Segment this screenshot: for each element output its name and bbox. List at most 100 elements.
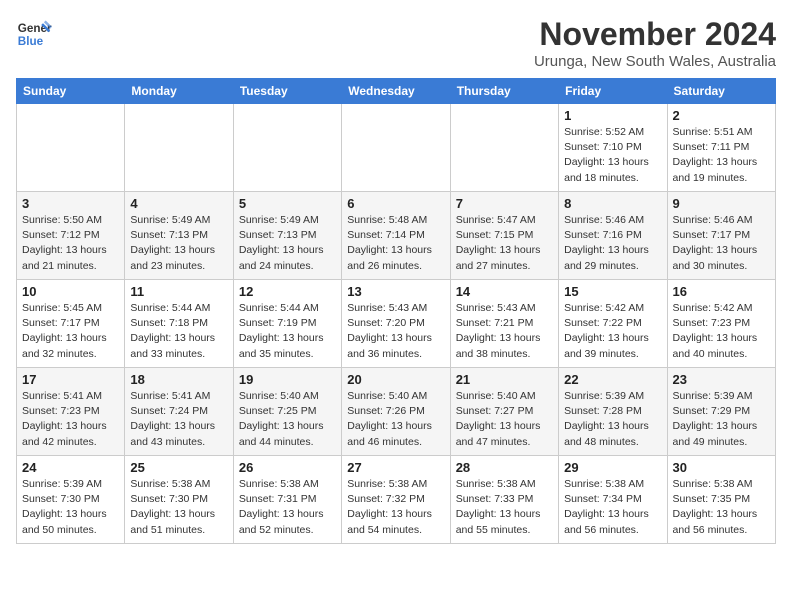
calendar-cell: 12Sunrise: 5:44 AMSunset: 7:19 PMDayligh… bbox=[233, 280, 341, 368]
day-info: Sunrise: 5:51 AMSunset: 7:11 PMDaylight:… bbox=[673, 125, 770, 186]
calendar-cell: 4 Sunrise: 5:49 AMSunset: 7:13 PMDaylight… bbox=[125, 192, 233, 280]
calendar-cell: 11 Sunrise: 5:44 AMSunset: 7:18 PMDayligh… bbox=[125, 280, 233, 368]
header-row: SundayMondayTuesdayWednesdayThursdayFrid… bbox=[17, 79, 776, 104]
day-number: 3 bbox=[22, 196, 119, 211]
day-info: Sunrise: 5:41 AMSunset: 7:23 PMDaylight:… bbox=[22, 389, 119, 450]
day-number: 15 bbox=[564, 284, 661, 299]
calendar-cell: 17 Sunrise: 5:41 AMSunset: 7:23 PMDayligh… bbox=[17, 368, 125, 456]
day-info: Sunrise: 5:44 AMSunset: 7:19 PMDaylight:… bbox=[239, 301, 336, 362]
logo-icon: General Blue bbox=[16, 16, 52, 52]
calendar-cell bbox=[17, 104, 125, 192]
day-info: Sunrise: 5:50 AMSunset: 7:12 PMDaylight:… bbox=[22, 213, 119, 274]
calendar-cell: 14Sunrise: 5:43 AMSunset: 7:21 PMDayligh… bbox=[450, 280, 558, 368]
day-info: Sunrise: 5:43 AMSunset: 7:20 PMDaylight:… bbox=[347, 301, 444, 362]
column-header-monday: Monday bbox=[125, 79, 233, 104]
day-info: Sunrise: 5:40 AMSunset: 7:25 PMDaylight:… bbox=[239, 389, 336, 450]
calendar-cell: 30 Sunrise: 5:38 AMSunset: 7:35 PMDayligh… bbox=[667, 456, 775, 544]
day-number: 16 bbox=[673, 284, 770, 299]
calendar-cell: 18Sunrise: 5:41 AMSunset: 7:24 PMDayligh… bbox=[125, 368, 233, 456]
week-row-1: 1 Sunrise: 5:52 AMSunset: 7:10 PMDaylight… bbox=[17, 104, 776, 192]
calendar-cell bbox=[233, 104, 341, 192]
day-info: Sunrise: 5:52 AMSunset: 7:10 PMDaylight:… bbox=[564, 125, 661, 186]
calendar-cell: 5Sunrise: 5:49 AMSunset: 7:13 PMDaylight… bbox=[233, 192, 341, 280]
day-number: 17 bbox=[22, 372, 119, 387]
week-row-5: 24 Sunrise: 5:39 AMSunset: 7:30 PMDayligh… bbox=[17, 456, 776, 544]
calendar-cell: 7 Sunrise: 5:47 AMSunset: 7:15 PMDaylight… bbox=[450, 192, 558, 280]
calendar-cell: 20Sunrise: 5:40 AMSunset: 7:26 PMDayligh… bbox=[342, 368, 450, 456]
calendar-cell bbox=[342, 104, 450, 192]
calendar-cell: 28Sunrise: 5:38 AMSunset: 7:33 PMDayligh… bbox=[450, 456, 558, 544]
header: General Blue November 2024 Urunga, New S… bbox=[16, 16, 776, 70]
column-header-sunday: Sunday bbox=[17, 79, 125, 104]
day-info: Sunrise: 5:48 AMSunset: 7:14 PMDaylight:… bbox=[347, 213, 444, 274]
location-title: Urunga, New South Wales, Australia bbox=[534, 53, 776, 70]
day-number: 24 bbox=[22, 460, 119, 475]
day-number: 22 bbox=[564, 372, 661, 387]
calendar-cell: 1 Sunrise: 5:52 AMSunset: 7:10 PMDaylight… bbox=[559, 104, 667, 192]
week-row-3: 10Sunrise: 5:45 AMSunset: 7:17 PMDayligh… bbox=[17, 280, 776, 368]
day-info: Sunrise: 5:40 AMSunset: 7:27 PMDaylight:… bbox=[456, 389, 553, 450]
day-info: Sunrise: 5:42 AMSunset: 7:23 PMDaylight:… bbox=[673, 301, 770, 362]
day-info: Sunrise: 5:40 AMSunset: 7:26 PMDaylight:… bbox=[347, 389, 444, 450]
calendar-cell: 9Sunrise: 5:46 AMSunset: 7:17 PMDaylight… bbox=[667, 192, 775, 280]
day-info: Sunrise: 5:43 AMSunset: 7:21 PMDaylight:… bbox=[456, 301, 553, 362]
day-number: 27 bbox=[347, 460, 444, 475]
day-number: 1 bbox=[564, 108, 661, 123]
day-number: 23 bbox=[673, 372, 770, 387]
calendar-cell: 13 Sunrise: 5:43 AMSunset: 7:20 PMDayligh… bbox=[342, 280, 450, 368]
day-number: 8 bbox=[564, 196, 661, 211]
day-number: 13 bbox=[347, 284, 444, 299]
day-number: 30 bbox=[673, 460, 770, 475]
calendar-cell bbox=[125, 104, 233, 192]
calendar-cell: 19Sunrise: 5:40 AMSunset: 7:25 PMDayligh… bbox=[233, 368, 341, 456]
day-info: Sunrise: 5:38 AMSunset: 7:32 PMDaylight:… bbox=[347, 477, 444, 538]
logo: General Blue bbox=[16, 16, 52, 52]
day-number: 21 bbox=[456, 372, 553, 387]
day-info: Sunrise: 5:38 AMSunset: 7:30 PMDaylight:… bbox=[130, 477, 227, 538]
day-number: 7 bbox=[456, 196, 553, 211]
day-number: 5 bbox=[239, 196, 336, 211]
calendar-cell: 15 Sunrise: 5:42 AMSunset: 7:22 PMDayligh… bbox=[559, 280, 667, 368]
week-row-2: 3 Sunrise: 5:50 AMSunset: 7:12 PMDaylight… bbox=[17, 192, 776, 280]
calendar-cell: 3 Sunrise: 5:50 AMSunset: 7:12 PMDaylight… bbox=[17, 192, 125, 280]
calendar-cell: 16 Sunrise: 5:42 AMSunset: 7:23 PMDayligh… bbox=[667, 280, 775, 368]
day-number: 29 bbox=[564, 460, 661, 475]
day-info: Sunrise: 5:46 AMSunset: 7:16 PMDaylight:… bbox=[564, 213, 661, 274]
calendar-cell: 25Sunrise: 5:38 AMSunset: 7:30 PMDayligh… bbox=[125, 456, 233, 544]
column-header-tuesday: Tuesday bbox=[233, 79, 341, 104]
day-info: Sunrise: 5:49 AMSunset: 7:13 PMDaylight:… bbox=[130, 213, 227, 274]
day-number: 26 bbox=[239, 460, 336, 475]
day-number: 9 bbox=[673, 196, 770, 211]
month-title: November 2024 bbox=[534, 16, 776, 53]
day-info: Sunrise: 5:38 AMSunset: 7:33 PMDaylight:… bbox=[456, 477, 553, 538]
calendar-cell: 22 Sunrise: 5:39 AMSunset: 7:28 PMDayligh… bbox=[559, 368, 667, 456]
day-info: Sunrise: 5:38 AMSunset: 7:34 PMDaylight:… bbox=[564, 477, 661, 538]
day-number: 11 bbox=[130, 284, 227, 299]
column-header-friday: Friday bbox=[559, 79, 667, 104]
day-info: Sunrise: 5:38 AMSunset: 7:35 PMDaylight:… bbox=[673, 477, 770, 538]
day-number: 4 bbox=[130, 196, 227, 211]
day-info: Sunrise: 5:38 AMSunset: 7:31 PMDaylight:… bbox=[239, 477, 336, 538]
day-number: 2 bbox=[673, 108, 770, 123]
day-info: Sunrise: 5:45 AMSunset: 7:17 PMDaylight:… bbox=[22, 301, 119, 362]
day-info: Sunrise: 5:47 AMSunset: 7:15 PMDaylight:… bbox=[456, 213, 553, 274]
svg-text:Blue: Blue bbox=[18, 35, 44, 48]
calendar-table: SundayMondayTuesdayWednesdayThursdayFrid… bbox=[16, 78, 776, 544]
calendar-cell: 29 Sunrise: 5:38 AMSunset: 7:34 PMDayligh… bbox=[559, 456, 667, 544]
calendar-cell: 24 Sunrise: 5:39 AMSunset: 7:30 PMDayligh… bbox=[17, 456, 125, 544]
column-header-wednesday: Wednesday bbox=[342, 79, 450, 104]
calendar-cell: 6 Sunrise: 5:48 AMSunset: 7:14 PMDaylight… bbox=[342, 192, 450, 280]
week-row-4: 17 Sunrise: 5:41 AMSunset: 7:23 PMDayligh… bbox=[17, 368, 776, 456]
calendar-cell: 10Sunrise: 5:45 AMSunset: 7:17 PMDayligh… bbox=[17, 280, 125, 368]
day-info: Sunrise: 5:44 AMSunset: 7:18 PMDaylight:… bbox=[130, 301, 227, 362]
day-info: Sunrise: 5:39 AMSunset: 7:29 PMDaylight:… bbox=[673, 389, 770, 450]
day-number: 6 bbox=[347, 196, 444, 211]
column-header-thursday: Thursday bbox=[450, 79, 558, 104]
calendar-cell: 8 Sunrise: 5:46 AMSunset: 7:16 PMDaylight… bbox=[559, 192, 667, 280]
day-info: Sunrise: 5:42 AMSunset: 7:22 PMDaylight:… bbox=[564, 301, 661, 362]
day-info: Sunrise: 5:39 AMSunset: 7:28 PMDaylight:… bbox=[564, 389, 661, 450]
title-area: November 2024 Urunga, New South Wales, A… bbox=[534, 16, 776, 70]
column-header-saturday: Saturday bbox=[667, 79, 775, 104]
day-info: Sunrise: 5:39 AMSunset: 7:30 PMDaylight:… bbox=[22, 477, 119, 538]
calendar-cell: 2 Sunrise: 5:51 AMSunset: 7:11 PMDaylight… bbox=[667, 104, 775, 192]
